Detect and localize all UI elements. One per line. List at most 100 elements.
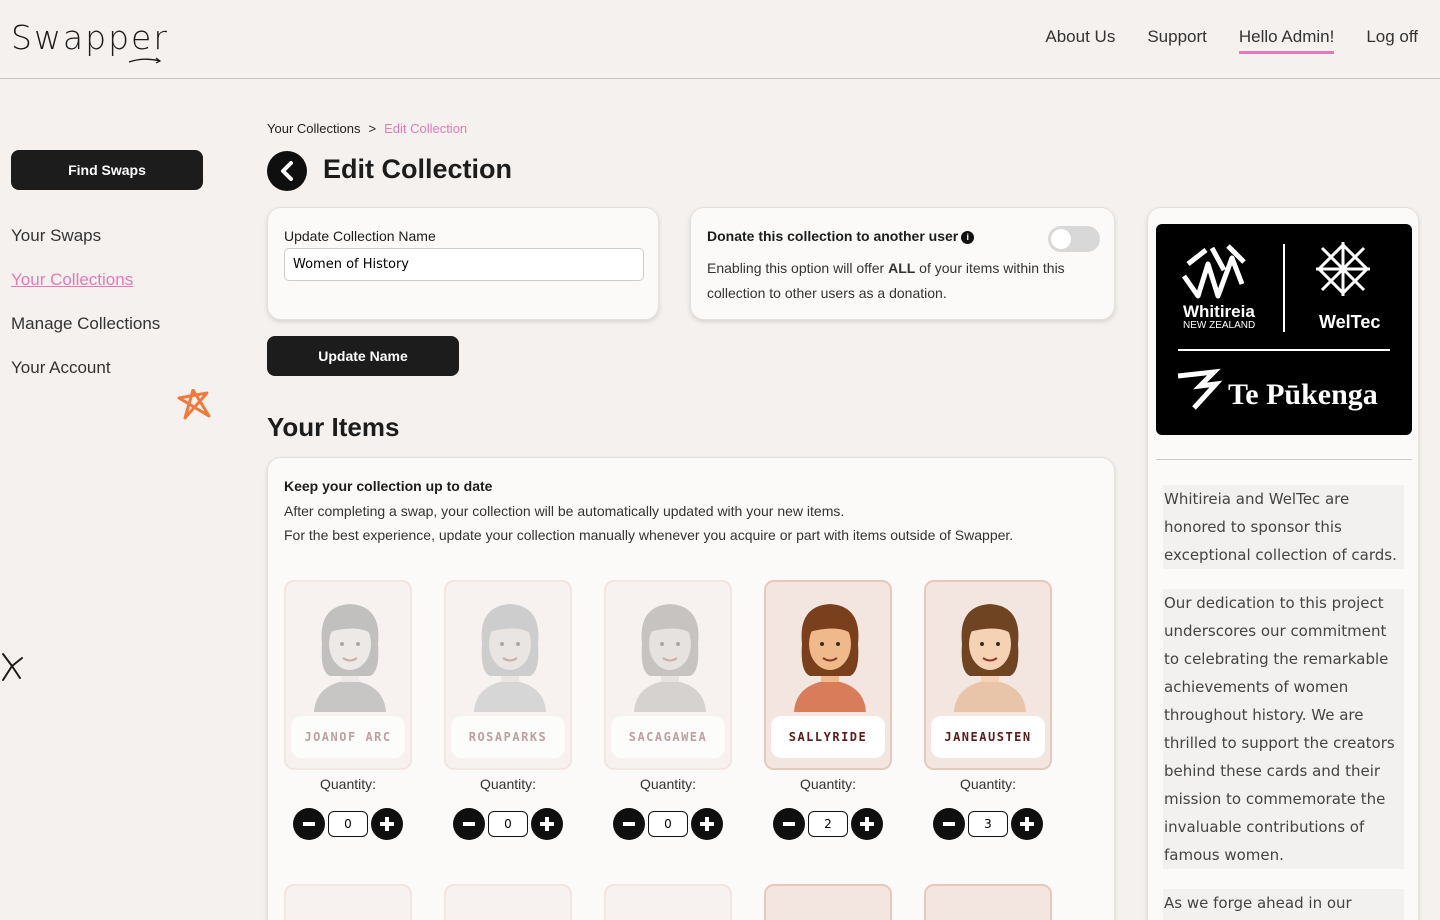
- minus-icon: [463, 822, 475, 826]
- item-name-line-2: PARKS: [503, 730, 548, 744]
- quantity-input[interactable]: [968, 811, 1008, 837]
- sponsor-panel: Whitireia NEW ZEALAND WelTec Te Pūkenga …: [1147, 207, 1419, 920]
- decor-star-icon: [177, 389, 211, 420]
- item-card: ROSA PARKS Quantity:: [444, 580, 574, 840]
- breadcrumb-separator: >: [368, 121, 377, 136]
- decrease-button[interactable]: [933, 808, 965, 840]
- donate-desc-bold: ALL: [888, 260, 916, 276]
- nav-log-off[interactable]: Log off: [1366, 27, 1418, 54]
- quantity-label: Quantity:: [319, 776, 377, 792]
- sponsor-divider: [1156, 459, 1412, 460]
- logo-text-te-pukenga: Te Pūkenga: [1228, 378, 1378, 411]
- logo-swoosh-icon: [128, 57, 162, 64]
- plus-icon: [860, 817, 874, 831]
- quantity-stepper: [773, 808, 883, 840]
- increase-button[interactable]: [1011, 808, 1043, 840]
- info-icon[interactable]: i: [961, 231, 975, 244]
- item-name-label: SACAGAWEA: [611, 716, 725, 758]
- plus-icon: [1020, 817, 1034, 831]
- collection-name-input[interactable]: [284, 248, 644, 281]
- item-name-label: JANE AUSTEN: [931, 716, 1045, 758]
- quantity-input[interactable]: [328, 811, 368, 837]
- donate-title-text: Donate this collection to another user: [707, 228, 959, 244]
- decrease-button[interactable]: [293, 808, 325, 840]
- decor-sparkle-icon: [2, 653, 23, 681]
- breadcrumb-parent[interactable]: Your Collections: [267, 121, 360, 136]
- nav-about-us[interactable]: About Us: [1045, 27, 1115, 54]
- increase-button[interactable]: [371, 808, 403, 840]
- sidebar-item-your-collections[interactable]: Your Collections: [11, 270, 160, 314]
- portrait-icon: [794, 604, 866, 712]
- item-name-line-2: AUSTEN: [979, 730, 1032, 744]
- page-title: Edit Collection: [323, 154, 512, 184]
- logo-text-nz: NEW ZEALAND: [1183, 320, 1255, 331]
- quantity-input[interactable]: [488, 811, 528, 837]
- toggle-knob: [1051, 229, 1071, 249]
- item-tile[interactable]: JANE AUSTEN: [924, 580, 1052, 770]
- logo-text-weltec: WelTec: [1319, 312, 1380, 332]
- top-nav: About Us Support Hello Admin! Log off: [1045, 27, 1418, 54]
- nav-hello-admin[interactable]: Hello Admin!: [1238, 27, 1335, 54]
- quantity-input[interactable]: [648, 811, 688, 837]
- item-tile[interactable]: SALLY RIDE: [764, 580, 892, 770]
- item-name-line-1: JOAN: [304, 730, 340, 744]
- nav-support[interactable]: Support: [1147, 27, 1207, 54]
- increase-button[interactable]: [851, 808, 883, 840]
- update-name-button[interactable]: Update Name: [267, 336, 459, 376]
- decrease-button[interactable]: [453, 808, 485, 840]
- items-heading: Keep your collection up to date: [284, 478, 493, 494]
- item-name-line-1: SALLY: [788, 730, 833, 744]
- chevron-left-icon: [281, 161, 293, 181]
- minus-icon: [943, 822, 955, 826]
- sidebar-item-your-account[interactable]: Your Account: [11, 358, 160, 402]
- minus-icon: [623, 822, 635, 826]
- item-name-line-2: RIDE: [832, 730, 868, 744]
- find-swaps-button[interactable]: Find Swaps: [11, 150, 203, 190]
- decrease-button[interactable]: [773, 808, 805, 840]
- increase-button[interactable]: [531, 808, 563, 840]
- collection-name-card: Update Collection Name: [267, 207, 659, 320]
- portrait-icon: [954, 604, 1026, 712]
- item-tile[interactable]: [924, 884, 1052, 920]
- increase-button[interactable]: [691, 808, 723, 840]
- item-name-line-2: OF ARC: [339, 730, 392, 744]
- item-card: SACAGAWEA Quantity:: [604, 580, 734, 840]
- portrait-icon: [634, 604, 706, 712]
- decrease-button[interactable]: [613, 808, 645, 840]
- sponsor-paragraph-3: As we forge ahead in our: [1163, 889, 1404, 920]
- item-tile[interactable]: [764, 884, 892, 920]
- quantity-label: Quantity:: [959, 776, 1017, 792]
- logo-text-whitireia: Whitireia: [1183, 302, 1255, 321]
- donate-toggle[interactable]: [1048, 226, 1100, 252]
- item-card: JOAN OF ARC Quantity:: [284, 580, 414, 840]
- breadcrumb-current: Edit Collection: [384, 121, 468, 136]
- quantity-label: Quantity:: [799, 776, 857, 792]
- item-tile[interactable]: [444, 884, 572, 920]
- item-card: SALLY RIDE Quantity:: [764, 580, 894, 840]
- back-button[interactable]: [267, 151, 307, 191]
- quantity-input[interactable]: [808, 811, 848, 837]
- donate-card: Donate this collection to another user i …: [690, 207, 1115, 320]
- items-line-1: After completing a swap, your collection…: [284, 503, 845, 519]
- item-tile[interactable]: [284, 884, 412, 920]
- item-name-label: SALLY RIDE: [771, 716, 885, 758]
- item-name-line-1: SACAGAWEA: [628, 730, 708, 744]
- sidebar-item-your-swaps[interactable]: Your Swaps: [11, 226, 160, 270]
- item-tile[interactable]: JOAN OF ARC: [284, 580, 412, 770]
- quantity-label: Quantity:: [479, 776, 537, 792]
- minus-icon: [783, 822, 795, 826]
- item-tile[interactable]: SACAGAWEA: [604, 580, 732, 770]
- logo[interactable]: Swapper: [11, 18, 169, 57]
- portrait-icon: [474, 604, 546, 712]
- item-name-label: JOAN OF ARC: [291, 716, 405, 758]
- whitireia-weltec-logo-icon: Whitireia NEW ZEALAND WelTec Te Pūkenga: [1177, 242, 1390, 411]
- quantity-stepper: [453, 808, 563, 840]
- minus-icon: [303, 822, 315, 826]
- sidebar-nav: Your Swaps Your Collections Manage Colle…: [11, 226, 160, 402]
- sidebar-item-manage-collections[interactable]: Manage Collections: [11, 314, 160, 358]
- item-tile[interactable]: ROSA PARKS: [444, 580, 572, 770]
- item-tile[interactable]: [604, 884, 732, 920]
- breadcrumb: Your Collections > Edit Collection: [267, 121, 467, 136]
- sponsor-logo: Whitireia NEW ZEALAND WelTec Te Pūkenga: [1156, 224, 1412, 435]
- sponsor-paragraph-1: Whitireia and WelTec are honored to spon…: [1163, 485, 1404, 569]
